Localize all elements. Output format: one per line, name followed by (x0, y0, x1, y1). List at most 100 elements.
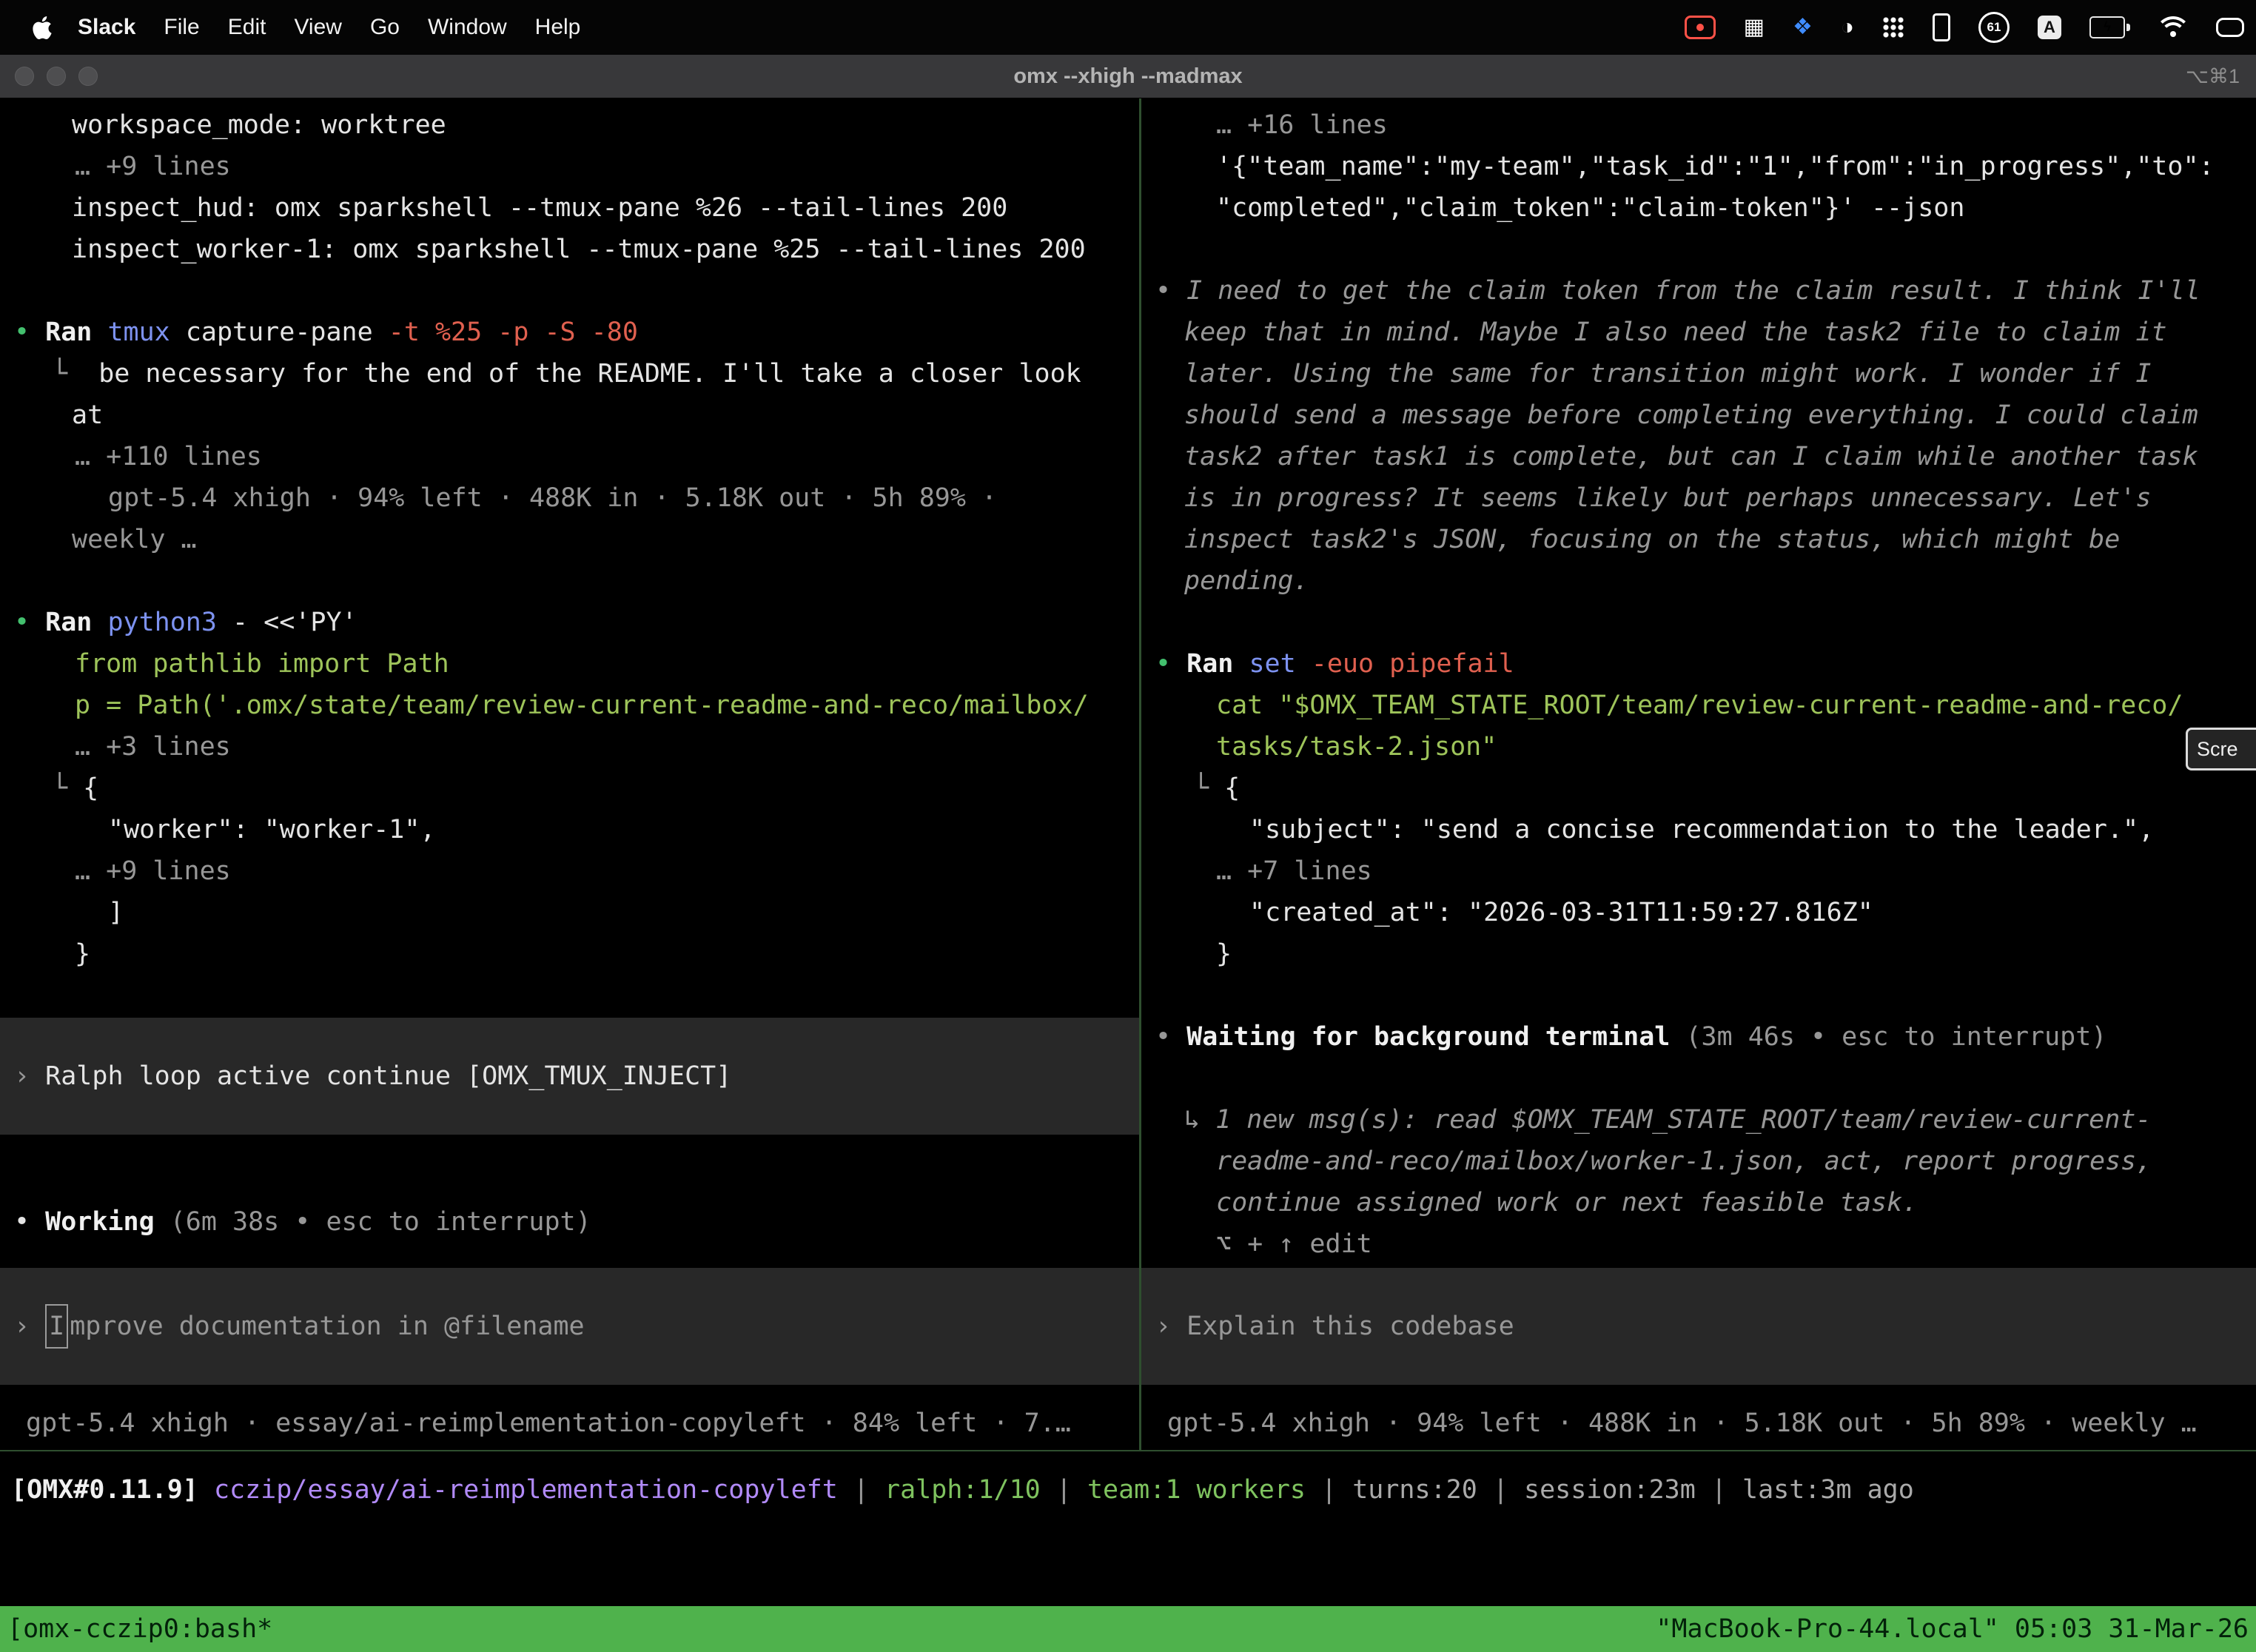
text-span: • (1155, 649, 1186, 679)
battery-icon[interactable]: ϟ (2089, 16, 2130, 38)
text-span: › (1155, 1306, 1186, 1347)
team-counter: team:1 workers (1087, 1475, 1306, 1505)
text-span: Ralph loop active continue [OMX_TMUX_INJ… (45, 1055, 731, 1097)
text-span: { (83, 773, 98, 803)
traffic-lights (0, 67, 98, 86)
model-status-line: gpt-5.4 xhigh · 94% left · 488K in · 5.1… (1141, 1403, 2256, 1444)
left-terminal-pane[interactable]: workspace_mode: worktree… +9 linesinspec… (0, 98, 1139, 1450)
collapsed-lines: … +9 lines (0, 850, 1139, 892)
collapsed-lines: … +110 lines (0, 436, 1139, 477)
thinking-line: is in progress? It seems likely but perh… (1141, 477, 2256, 519)
text-span: keep that in mind. Maybe I also need the… (1184, 318, 2167, 347)
command-output: "created_at": "2026-03-31T11:59:27.816Z" (1141, 892, 2256, 933)
terminal-line (0, 975, 1139, 1016)
zoom-button[interactable] (78, 67, 98, 86)
window-shortcut-hint: ⌥⌘1 (2186, 65, 2256, 88)
text-span: • (1155, 1022, 1186, 1052)
apple-menu[interactable] (21, 16, 64, 39)
text-span: gpt-5.4 xhigh · 94% left · 488K in · 5.1… (108, 483, 997, 513)
text-span: • (14, 318, 45, 347)
separator: | (1477, 1475, 1524, 1505)
terminal-line (0, 270, 1139, 312)
text-span: ↳ (1184, 1105, 1215, 1135)
separator: | (1041, 1475, 1087, 1505)
log-line: '{"team_name":"my-team","task_id":"1","f… (1141, 146, 2256, 187)
text-span: weekly … (72, 525, 197, 554)
command-output: "worker": "worker-1", (0, 809, 1139, 850)
macos-screen: Slack FileEditViewGoWindowHelp ▦ ❖ ◑ 61 … (0, 0, 2256, 1652)
text-span: … +3 lines (75, 732, 231, 762)
mailbox-note: readme-and-reco/mailbox/worker-1.json, a… (1141, 1141, 2256, 1182)
command-output: "subject": "send a concise recommendatio… (1141, 809, 2256, 850)
text-span: tmux (107, 318, 185, 347)
menu-bar-status-icons: ▦ ❖ ◑ 61 A ϟ (1685, 12, 2249, 43)
text-span: • (1155, 276, 1186, 306)
collapsed-lines: … +9 lines (0, 146, 1139, 187)
control-center-icon[interactable] (2216, 18, 2244, 37)
close-button[interactable] (15, 67, 34, 86)
text-span: task2 after task1 is complete, but can I… (1184, 442, 2198, 471)
command-code: from pathlib import Path (0, 643, 1139, 685)
separator: | (1306, 1475, 1352, 1505)
grid-icon[interactable]: ▦ (1744, 16, 1765, 38)
menu-window[interactable]: Window (414, 15, 521, 40)
turns-counter: turns:20 (1352, 1475, 1477, 1505)
app-menu-title[interactable]: Slack (64, 15, 150, 40)
terminal-line (1141, 1058, 2256, 1099)
screenshot-popup: Scre (2186, 728, 2256, 770)
prompt-input[interactable]: › Improve documentation in @filename (0, 1268, 1139, 1385)
command-line: • Ran python3 - <<'PY' (0, 602, 1139, 643)
collapsed-lines: … +3 lines (0, 726, 1139, 768)
wifi-icon[interactable] (2158, 16, 2188, 38)
command-output: weekly … (0, 519, 1139, 560)
text-cursor: I (45, 1304, 68, 1349)
text-span: at (72, 400, 103, 430)
text-span: later. Using the same for transition mig… (1184, 359, 2151, 389)
minimize-button[interactable] (47, 67, 66, 86)
text-span: Working (45, 1207, 170, 1237)
menu-help[interactable]: Help (521, 15, 595, 40)
text-span: "subject": "send a concise recommendatio… (1249, 815, 2154, 845)
menu-file[interactable]: File (150, 15, 213, 40)
menu-view[interactable]: View (280, 15, 355, 40)
inject-banner[interactable]: › Ralph loop active continue [OMX_TMUX_I… (0, 1018, 1139, 1135)
prompt-input[interactable]: › Explain this codebase (1141, 1268, 2256, 1385)
disc-icon[interactable]: ◑ (1841, 16, 1854, 38)
model-status-line: gpt-5.4 xhigh · essay/ai-reimplementatio… (0, 1403, 1139, 1444)
text-span: pending. (1184, 566, 1309, 596)
text-span: … +110 lines (75, 442, 262, 471)
log-line: inspect_worker-1: omx sparkshell --tmux-… (0, 229, 1139, 270)
waiting-status: • Waiting for background terminal (3m 46… (1141, 1016, 2256, 1058)
thinking-line: inspect task2's JSON, focusing on the st… (1141, 519, 2256, 560)
command-output: ] (0, 892, 1139, 933)
right-terminal-pane[interactable]: … +16 lines'{"team_name":"my-team","task… (1141, 98, 2256, 1450)
text-span: gpt-5.4 xhigh · 94% left · 488K in · 5.1… (1167, 1408, 2197, 1438)
text-span: ] (108, 898, 124, 927)
collapsed-lines: … +7 lines (1141, 850, 2256, 892)
text-span: • (14, 1207, 45, 1237)
text-span: tasks/task-2.json" (1216, 732, 1497, 762)
thinking-line: should send a message before completing … (1141, 394, 2256, 436)
thinking-line: keep that in mind. Maybe I also need the… (1141, 312, 2256, 353)
menu-edit[interactable]: Edit (214, 15, 281, 40)
screen-record-icon[interactable] (1685, 16, 1716, 39)
ralph-counter: ralph:1/10 (884, 1475, 1041, 1505)
command-output: └ be necessary for the end of the README… (0, 353, 1139, 394)
menu-go[interactable]: Go (356, 15, 414, 40)
text-span: "created_at": "2026-03-31T11:59:27.816Z" (1249, 898, 1873, 927)
phone-icon[interactable] (1933, 13, 1950, 41)
battery-percent-badge[interactable]: 61 (1978, 12, 2010, 43)
text-span: mprove documentation in @filename (70, 1306, 584, 1347)
command-code: tasks/task-2.json" (1141, 726, 2256, 768)
input-source-icon[interactable]: A (2038, 16, 2061, 39)
text-span: └ (52, 359, 98, 389)
text-span: inspect_hud: omx sparkshell --tmux-pane … (72, 193, 1007, 223)
terminal-line (1141, 602, 2256, 643)
dropbox-icon[interactable]: ❖ (1793, 16, 1813, 38)
command-output: } (1141, 933, 2256, 975)
terminal-line (0, 560, 1139, 602)
app-grid-icon[interactable] (1882, 16, 1904, 38)
thinking-line: task2 after task1 is complete, but can I… (1141, 436, 2256, 477)
log-line: inspect_hud: omx sparkshell --tmux-pane … (0, 187, 1139, 229)
thinking-line: pending. (1141, 560, 2256, 602)
